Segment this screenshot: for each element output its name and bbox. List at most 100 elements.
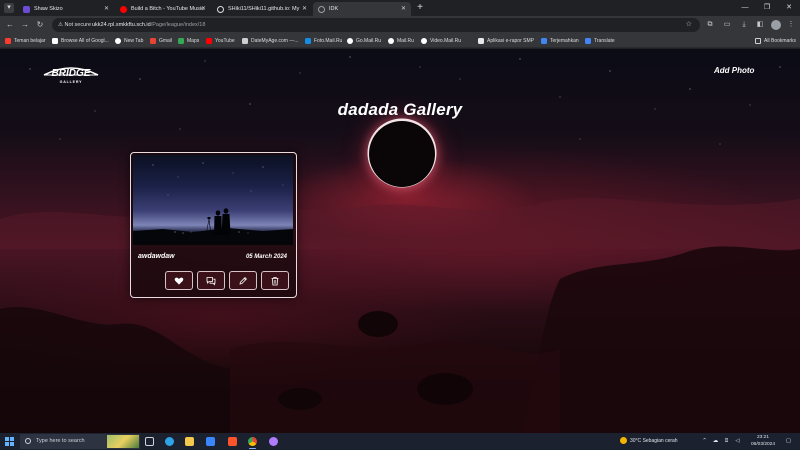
extensions-icon[interactable]: ⧉	[704, 19, 716, 31]
weather-temp: 30°C	[630, 438, 642, 444]
download-icon[interactable]: ⤓	[738, 19, 750, 31]
weather-widget[interactable]: 30°C Sebagian cerah	[620, 433, 678, 450]
close-icon[interactable]: ✕	[302, 2, 307, 16]
gallery-title: dadada Gallery	[337, 100, 463, 119]
taskbar-edge[interactable]	[163, 435, 176, 448]
tab-1[interactable]: Shaw Skizo ✕	[18, 2, 114, 16]
cast-icon[interactable]: ▭	[721, 19, 733, 31]
bookmark-star-icon[interactable]: ☆	[686, 20, 692, 30]
photo-card: awdawdaw 05 March 2024	[130, 152, 297, 298]
onedrive-icon[interactable]: ☁	[711, 433, 720, 450]
profile-avatar[interactable]	[771, 20, 781, 30]
volume-icon[interactable]: ◁	[733, 433, 742, 450]
brave-icon	[228, 437, 237, 446]
bookmark-item[interactable]: Browse All of Googl...	[52, 36, 109, 46]
gallery-page: BRIDGE GALLERY Add Photo dadada Gallery	[0, 49, 800, 433]
bookmark-favicon	[242, 38, 248, 44]
close-icon[interactable]: ✕	[201, 2, 206, 16]
tab-title: Shaw Skizo	[34, 6, 63, 12]
window-close-button[interactable]: ✕	[778, 0, 800, 16]
clock-date: 06/03/2024	[750, 441, 775, 447]
comment-button[interactable]	[197, 271, 225, 290]
delete-button[interactable]	[261, 271, 289, 290]
taskbar-search-box[interactable]: Type here to search	[20, 434, 140, 449]
bookmark-item[interactable]: Video.Mail.Ru	[421, 36, 461, 46]
address-bar[interactable]: ⚠ Not secure ukk24.rpl.smkkftu.sch.id/Pa…	[52, 18, 700, 32]
bookmark-item[interactable]: New Tab	[115, 36, 143, 46]
reload-button[interactable]: ↻	[34, 19, 46, 31]
night-sky-photo	[133, 162, 293, 245]
bookmark-item[interactable]: DateMyAge.com —...	[242, 36, 299, 46]
new-tab-button[interactable]: +	[414, 2, 426, 14]
bookmark-label: Browse All of Googl...	[61, 38, 109, 44]
bookmark-item[interactable]: Maps	[178, 36, 199, 46]
search-placeholder: Type here to search	[36, 438, 85, 444]
bookmark-favicon	[305, 38, 311, 44]
taskbar-file-explorer[interactable]	[183, 435, 196, 448]
bookmark-item[interactable]: Foto.Mail.Ru	[305, 36, 342, 46]
github-icon	[217, 5, 224, 13]
all-bookmarks-label: All Bookmarks	[764, 38, 796, 44]
youtube-icon	[120, 5, 127, 13]
close-icon[interactable]: ✕	[401, 2, 406, 16]
bookmark-item[interactable]: Aplikasi e-rapor SMP	[478, 36, 534, 46]
taskbar-brave[interactable]	[226, 435, 239, 448]
edit-button[interactable]	[229, 271, 257, 290]
all-bookmarks-button[interactable]: All Bookmarks	[755, 36, 796, 46]
bookmark-item[interactable]: Terjemahkan	[541, 36, 579, 46]
add-photo-link[interactable]: Add Photo	[714, 66, 754, 75]
search-highlight-image	[107, 435, 139, 448]
bookmark-item[interactable]: YouTube	[206, 36, 235, 46]
like-button[interactable]	[165, 271, 193, 290]
tab-search-button[interactable]: ▾	[4, 3, 14, 13]
show-hidden-icons[interactable]: ⌃	[700, 433, 709, 450]
photo-image[interactable]	[133, 155, 293, 245]
forward-button[interactable]: →	[19, 19, 31, 31]
bookmark-item[interactable]: Go.Mail.Ru	[347, 36, 381, 46]
taskbar-opera-gx[interactable]	[267, 435, 280, 448]
bookmark-item[interactable]: Translate	[585, 36, 615, 46]
translate-icon	[541, 38, 547, 44]
edge-icon	[165, 437, 174, 446]
network-icon[interactable]: ⌸	[722, 433, 731, 450]
tab-title: Build a Bitch - YouTube Music	[131, 6, 204, 12]
taskbar-task-view[interactable]	[143, 435, 156, 448]
notifications-icon[interactable]: ▢	[784, 433, 793, 450]
minimize-button[interactable]: —	[734, 0, 756, 16]
back-button[interactable]: ←	[4, 19, 16, 31]
taskbar-chrome[interactable]	[246, 435, 259, 449]
tab-2[interactable]: Build a Bitch - YouTube Music ✕	[115, 2, 211, 16]
translate-icon	[585, 38, 591, 44]
windows-start-button[interactable]	[5, 437, 14, 446]
photo-caption: awdawdaw	[138, 253, 175, 260]
chrome-icon	[248, 437, 257, 446]
menu-icon[interactable]: ⋮	[785, 19, 797, 31]
tab-3[interactable]: SHiki11/SHiki11.github.io: My ✕	[212, 2, 312, 16]
bookmark-label: DateMyAge.com —...	[251, 38, 299, 44]
bookmark-favicon	[388, 38, 394, 44]
bookmark-label: Teman belajar	[14, 38, 46, 44]
bookmark-item[interactable]: Gmail	[150, 36, 172, 46]
bookmark-item[interactable]: Teman belajar	[5, 36, 45, 46]
bookmark-label: Aplikasi e-rapor SMP	[487, 38, 534, 44]
side-panel-icon[interactable]: ◧	[754, 19, 766, 31]
trash-icon	[271, 276, 279, 285]
tab-4-active[interactable]: IDK ✕	[313, 2, 411, 16]
bookmark-label: Maps	[187, 38, 200, 44]
bookmark-item[interactable]: Mail.Ru	[388, 36, 414, 46]
bookmark-favicon	[5, 38, 11, 44]
opera-gx-icon	[269, 437, 278, 446]
url-text: ukk24.rpl.smkkftu.sch.id/Page/league/ind…	[92, 20, 205, 30]
close-icon[interactable]: ✕	[104, 2, 109, 16]
url-host: ukk24.rpl.smkkftu.sch.id	[92, 22, 151, 28]
taskbar-mail[interactable]	[204, 435, 217, 448]
url-path: /Page/league/index/18	[150, 22, 206, 28]
bridge-gallery-logo[interactable]: BRIDGE GALLERY	[42, 63, 100, 85]
taskbar-clock[interactable]: 23:21 06/03/2024	[748, 435, 778, 448]
photo-date: 05 March 2024	[245, 254, 287, 260]
bookmarks-bar: Teman belajar Browse All of Googl... New…	[0, 34, 800, 48]
restore-button[interactable]: ❐	[756, 0, 778, 16]
logo-subtext: GALLERY	[60, 80, 83, 84]
bookmark-favicon	[52, 38, 58, 44]
not-secure-indicator[interactable]: ⚠ Not secure	[58, 20, 91, 30]
